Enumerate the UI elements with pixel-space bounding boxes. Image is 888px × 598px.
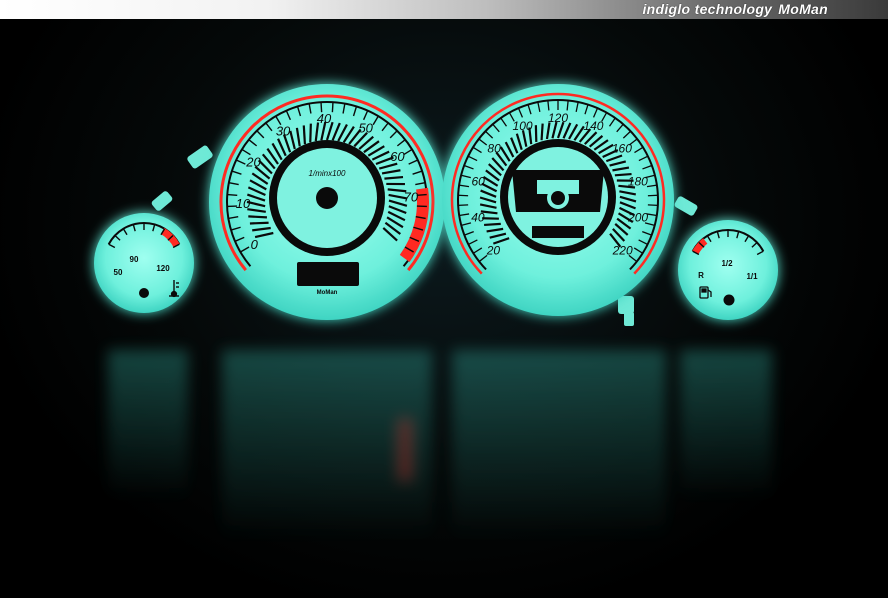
speed-label-200: 200: [627, 211, 648, 225]
speed-label-220: 220: [612, 243, 633, 257]
speed-label-100: 100: [513, 119, 533, 133]
speed-tick: [647, 204, 658, 207]
speed-label-140: 140: [583, 119, 603, 133]
speed-label-120: 120: [548, 111, 568, 125]
tach-label-10: 10: [236, 196, 251, 211]
fuel-label-half: 1/2: [721, 259, 733, 268]
dial-hatch-stripe: [540, 123, 544, 141]
tach-maker-logo: MoMan: [317, 290, 338, 296]
speed-label-80: 80: [487, 142, 501, 156]
fuel-label-full: 1/1: [746, 272, 758, 281]
speed-trip-window: [532, 226, 584, 238]
dial-hatch-stripe: [249, 221, 269, 225]
speedometer-center: [500, 139, 616, 255]
temp-needle-hub: [139, 288, 149, 298]
dial-hatch-stripe: [484, 222, 501, 227]
tach-label-40: 40: [317, 111, 332, 126]
speed-label-40: 40: [471, 211, 485, 225]
temp-label-90: 90: [130, 255, 139, 264]
temp-label-120: 120: [156, 264, 170, 273]
speed-tick: [458, 204, 469, 207]
dial-hatch-stripe: [384, 175, 404, 180]
tach-unit-label: 1/minx100: [309, 169, 346, 178]
temp-label-50: 50: [114, 268, 123, 277]
dial-hatch-stripe: [248, 215, 267, 219]
tach-label-30: 30: [276, 123, 291, 138]
speed-label-160: 160: [612, 142, 632, 156]
dial-hatch-stripe: [309, 123, 312, 143]
fuel-label-reserve: R: [698, 271, 704, 280]
speed-label-180: 180: [628, 174, 648, 188]
surface-reflection: [108, 350, 772, 540]
tach-label-20: 20: [245, 154, 261, 169]
tach-label-70: 70: [404, 190, 419, 205]
tach-lcd-window: [297, 262, 359, 286]
tach-label-0: 0: [251, 237, 259, 252]
tach-tick: [331, 102, 334, 113]
speed-label-60: 60: [471, 174, 485, 188]
speed-label-20: 20: [486, 243, 501, 257]
fuel-needle-hub: [723, 294, 735, 306]
tach-tick: [416, 193, 427, 196]
instrument-cluster: 50 90 120 0 10 20 30 40 50 60 70 1/minx1…: [94, 84, 778, 540]
tach-label-60: 60: [390, 149, 405, 164]
dial-hatch-stripe: [302, 125, 307, 145]
tach-label-50: 50: [358, 120, 373, 135]
